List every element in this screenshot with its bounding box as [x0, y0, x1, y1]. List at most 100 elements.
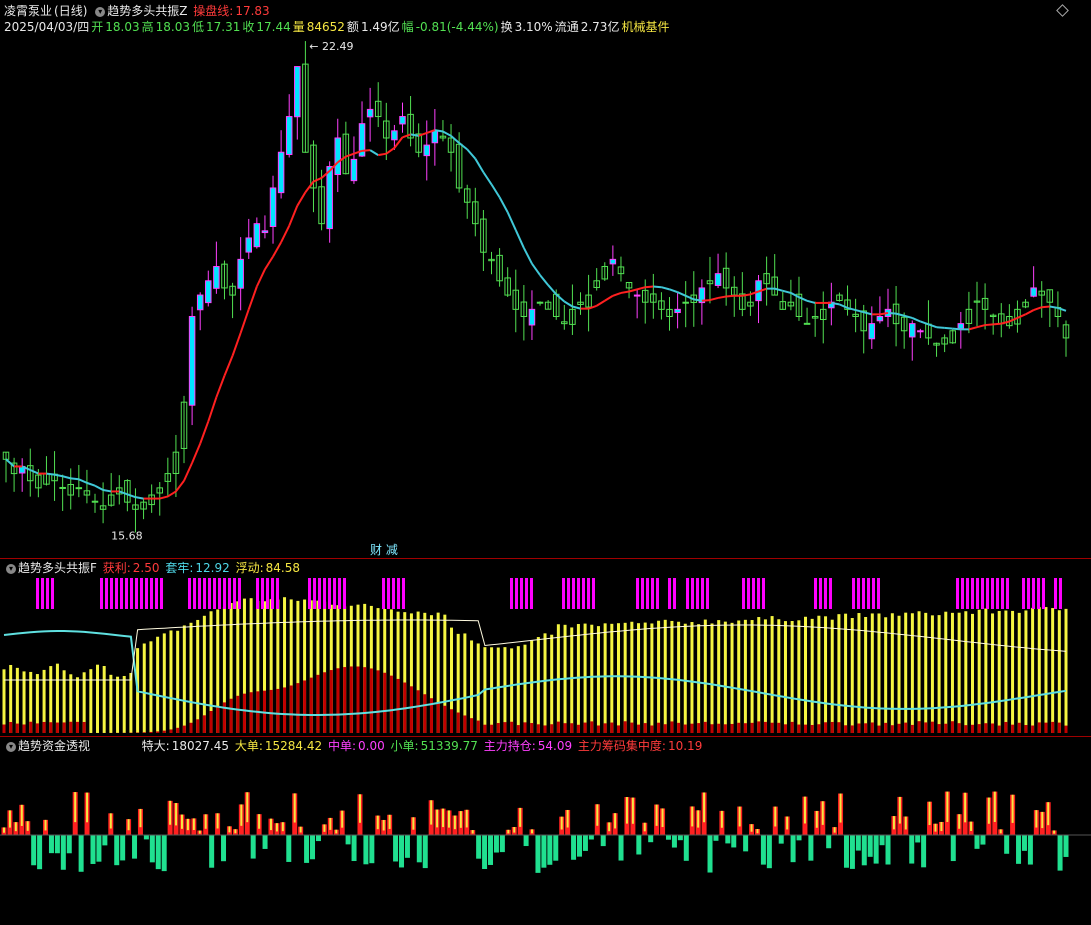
profit-bar: [316, 674, 320, 733]
mid-label: 中单:: [327, 739, 356, 753]
money-outflow-bar: [1004, 835, 1010, 854]
money-outflow-bar: [399, 835, 405, 868]
small-value: 51339.77: [420, 739, 478, 753]
profit-bar: [910, 724, 914, 733]
profit-bar: [864, 723, 868, 733]
profit-bar: [249, 692, 253, 733]
money-outflow-bar: [37, 835, 43, 870]
signal-block-bar: [130, 578, 133, 609]
trend-ma-line: [563, 300, 573, 308]
profit-bar: [1004, 721, 1008, 733]
money-outflow-bar: [66, 835, 72, 854]
profit-bar: [830, 721, 834, 733]
trend-ma-line: [102, 489, 112, 493]
float-bar: [977, 609, 981, 733]
center-marker-label: 财 减: [370, 543, 398, 557]
trend-ma-line: [1017, 313, 1026, 319]
signal-block-bar: [1042, 578, 1045, 609]
money-inflow-core: [180, 814, 183, 829]
profit-bar: [1011, 724, 1015, 733]
money-inflow-core: [661, 808, 664, 828]
signal-block-bar: [323, 578, 326, 609]
trend-ma-line: [555, 293, 565, 303]
trend-ma-line: [701, 299, 711, 302]
trend-ma-line: [70, 477, 79, 481]
profit-bar: [490, 724, 494, 733]
float-bar: [89, 669, 93, 733]
signal-block-bar: [976, 578, 979, 609]
signal-block-bar: [1059, 578, 1062, 609]
candle-body: [917, 330, 924, 333]
trend-ma-line: [588, 304, 598, 310]
profit-bar: [216, 706, 220, 733]
panel2-menu-icon[interactable]: ▾: [6, 563, 16, 574]
money-outflow-bar: [1016, 835, 1022, 864]
trend-ma-line: [450, 135, 460, 144]
candle-body: [868, 323, 876, 340]
profit-bar: [977, 724, 981, 733]
money-inflow-core: [993, 791, 996, 822]
profit-bar: [156, 731, 160, 733]
money-outflow-bar: [221, 835, 227, 862]
profit-bar: [202, 715, 206, 733]
float-bar: [864, 616, 868, 733]
money-outflow-bar: [250, 835, 256, 859]
chart-canvas[interactable]: ← 22.49 15.68 财 减: [0, 0, 1091, 925]
trend-ma-line: [369, 149, 379, 156]
profit-bar: [657, 722, 661, 733]
money-outflow-bar: [547, 835, 553, 865]
signal-block-bar: [696, 578, 699, 609]
profit-bar: [470, 718, 474, 733]
signal-block-bar: [656, 578, 659, 609]
indicator-menu-icon[interactable]: ▾: [95, 6, 106, 17]
trend-ma-line: [911, 317, 921, 323]
profit-bar: [944, 723, 948, 733]
signal-block-bar: [747, 578, 750, 609]
trend-ma-line: [442, 130, 452, 137]
profit-bar: [777, 722, 781, 733]
signal-block-bar: [145, 578, 148, 609]
profit-bar: [824, 722, 828, 733]
float-bar: [129, 672, 133, 733]
trend-ma-line: [782, 289, 792, 294]
float-bar: [122, 675, 126, 733]
float-bar: [743, 619, 747, 733]
sector-label[interactable]: 机械基件: [621, 20, 669, 34]
xl-label: 特大:: [141, 739, 170, 753]
profit-bar: [870, 722, 874, 733]
max-price-label: ← 22.49: [309, 40, 353, 53]
float-bar: [2, 669, 6, 733]
profit-bar: [904, 722, 908, 733]
money-inflow-core: [240, 804, 243, 826]
trend-ma-line: [628, 288, 638, 293]
signal-block-bar: [41, 578, 44, 609]
money-inflow-core: [198, 830, 201, 834]
money-outflow-bar: [369, 835, 375, 864]
float-bar: [690, 622, 694, 733]
money-outflow-bar: [713, 835, 719, 841]
signal-block-bar: [198, 578, 201, 609]
panel-divider-2: [0, 736, 1091, 737]
float-bar: [109, 674, 113, 733]
money-inflow-core: [987, 797, 990, 824]
indicator-name: 趋势多头共振Z: [107, 4, 188, 18]
signal-block-bar: [140, 578, 143, 609]
xl-value: 18027.45: [171, 739, 229, 753]
profit-bar: [376, 670, 380, 733]
signal-block-bar: [520, 578, 523, 609]
signal-block-bar: [313, 578, 316, 609]
money-inflow-core: [216, 813, 219, 829]
panel3-menu-icon[interactable]: ▾: [6, 741, 16, 752]
signal-block-bar: [991, 578, 994, 609]
trend-ma-line: [402, 133, 411, 139]
signal-block-bar: [686, 578, 689, 609]
candle-body: [391, 130, 398, 141]
money-outflow-bar: [310, 835, 316, 860]
concentration-value: 10.19: [667, 739, 703, 753]
main-pos-label: 主力持仓:: [483, 739, 536, 753]
signal-block-bar: [525, 578, 528, 609]
profit-bar: [389, 675, 393, 733]
signal-block-bar: [636, 578, 639, 609]
panel2-header: ▾ 趋势多头共振F 获利: 2.50 套牢: 12.92 浮动: 84.58: [4, 560, 302, 576]
candle-body: [188, 315, 196, 406]
